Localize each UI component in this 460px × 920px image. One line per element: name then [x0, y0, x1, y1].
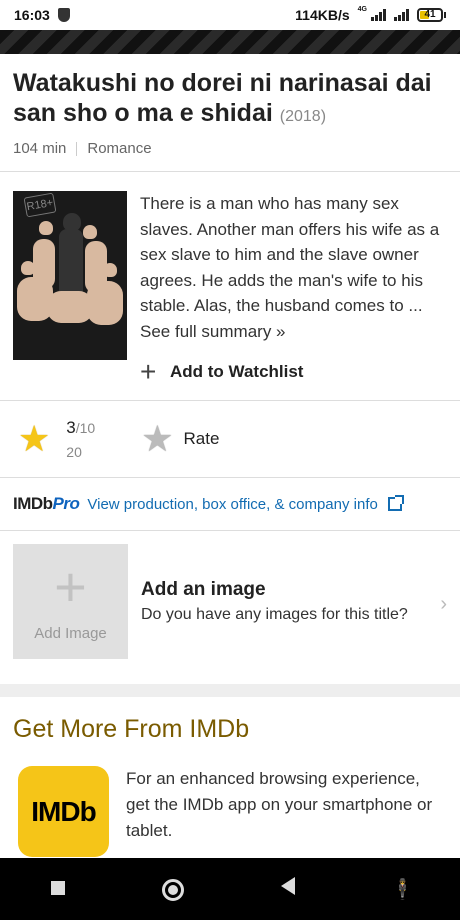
imdb-app-icon[interactable]: IMDb	[18, 766, 109, 857]
rate-button[interactable]: ★ Rate	[141, 421, 219, 457]
shield-icon	[57, 8, 70, 22]
add-image-row[interactable]: + Add Image Add an image Do you have any…	[0, 531, 460, 672]
battery-level: 41	[424, 9, 436, 20]
system-nav-bar: 🕴	[0, 858, 460, 920]
movie-runtime: 104 min	[13, 140, 67, 157]
rating-badge: R18+	[23, 192, 57, 218]
signal-icon	[371, 9, 386, 21]
overview-section: R18+ There is a man who has many sex sla…	[0, 172, 460, 401]
header-stripes	[0, 30, 460, 54]
chevron-right-icon: ›	[440, 593, 447, 615]
app-promo-text: For an enhanced browsing experience, get…	[126, 769, 433, 840]
network-type: 4G	[357, 5, 367, 13]
star-icon: ★	[18, 418, 51, 459]
status-time: 16:03	[14, 7, 50, 23]
imdbpro-link-text[interactable]: View production, box office, & company i…	[87, 496, 377, 513]
add-to-watchlist-button[interactable]: + Add to Watchlist	[140, 356, 447, 387]
imdbpro-link-row[interactable]: IMDbPro View production, box office, & c…	[0, 478, 460, 531]
movie-poster[interactable]: R18+	[13, 191, 127, 360]
plot-summary[interactable]: There is a man who has many sex slaves. …	[140, 191, 447, 344]
add-image-title: Add an image	[141, 579, 266, 600]
section-divider	[0, 684, 460, 697]
imdbpro-logo: IMDbPro	[13, 494, 80, 514]
imdbpro-logo-imdb: IMDb	[13, 494, 53, 513]
accessibility-icon: 🕴	[390, 878, 415, 901]
rating-score: 3	[66, 418, 76, 437]
get-more-section: Get More From IMDb IMDb For an enhanced …	[0, 697, 460, 857]
battery-icon: 41	[417, 8, 446, 22]
rating-out-of: /10	[75, 420, 96, 436]
movie-genre[interactable]: Romance	[87, 140, 151, 157]
home-icon	[161, 878, 184, 901]
rate-label: Rate	[183, 429, 220, 448]
summary-text: There is a man who has many sex slaves. …	[140, 194, 440, 315]
movie-title: Watakushi no dorei ni narinasai dai san …	[13, 69, 432, 127]
signal-icon-2	[394, 9, 409, 21]
app-promo[interactable]: IMDb For an enhanced browsing experience…	[13, 766, 447, 857]
star-outline-icon: ★	[141, 418, 174, 459]
external-link-icon	[387, 495, 404, 511]
imdbpro-logo-pro: Pro	[52, 494, 80, 513]
ratings-section: ★ 3/10 20 ★ Rate	[0, 401, 460, 478]
plus-icon: +	[54, 555, 87, 618]
recents-button[interactable]	[38, 878, 78, 901]
add-image-placeholder[interactable]: + Add Image	[13, 544, 128, 659]
plus-icon: +	[140, 356, 157, 387]
get-more-title: Get More From IMDb	[13, 715, 250, 743]
accessibility-button[interactable]: 🕴	[383, 877, 423, 902]
status-bar: 16:03 114KB/s 4G 41	[0, 0, 460, 30]
rating-count: 20	[66, 444, 82, 460]
watchlist-label: Add to Watchlist	[170, 362, 304, 381]
see-full-summary-link[interactable]: See full summary »	[140, 319, 447, 345]
title-block: Watakushi no dorei ni narinasai dai san …	[0, 54, 460, 172]
imdb-rating[interactable]: ★ 3/10 20	[18, 418, 95, 460]
movie-meta: 104 min Romance	[13, 140, 447, 157]
back-icon	[280, 877, 295, 895]
meta-divider	[76, 141, 78, 156]
home-button[interactable]	[153, 878, 193, 901]
back-button[interactable]	[268, 877, 308, 901]
square-icon	[50, 880, 65, 895]
network-speed: 114KB/s	[295, 7, 350, 23]
page-title: Watakushi no dorei ni narinasai dai san …	[13, 68, 447, 132]
add-image-subtitle: Do you have any images for this title?	[141, 606, 408, 623]
add-image-box-label: Add Image	[34, 625, 107, 642]
movie-year: (2018)	[279, 108, 327, 125]
